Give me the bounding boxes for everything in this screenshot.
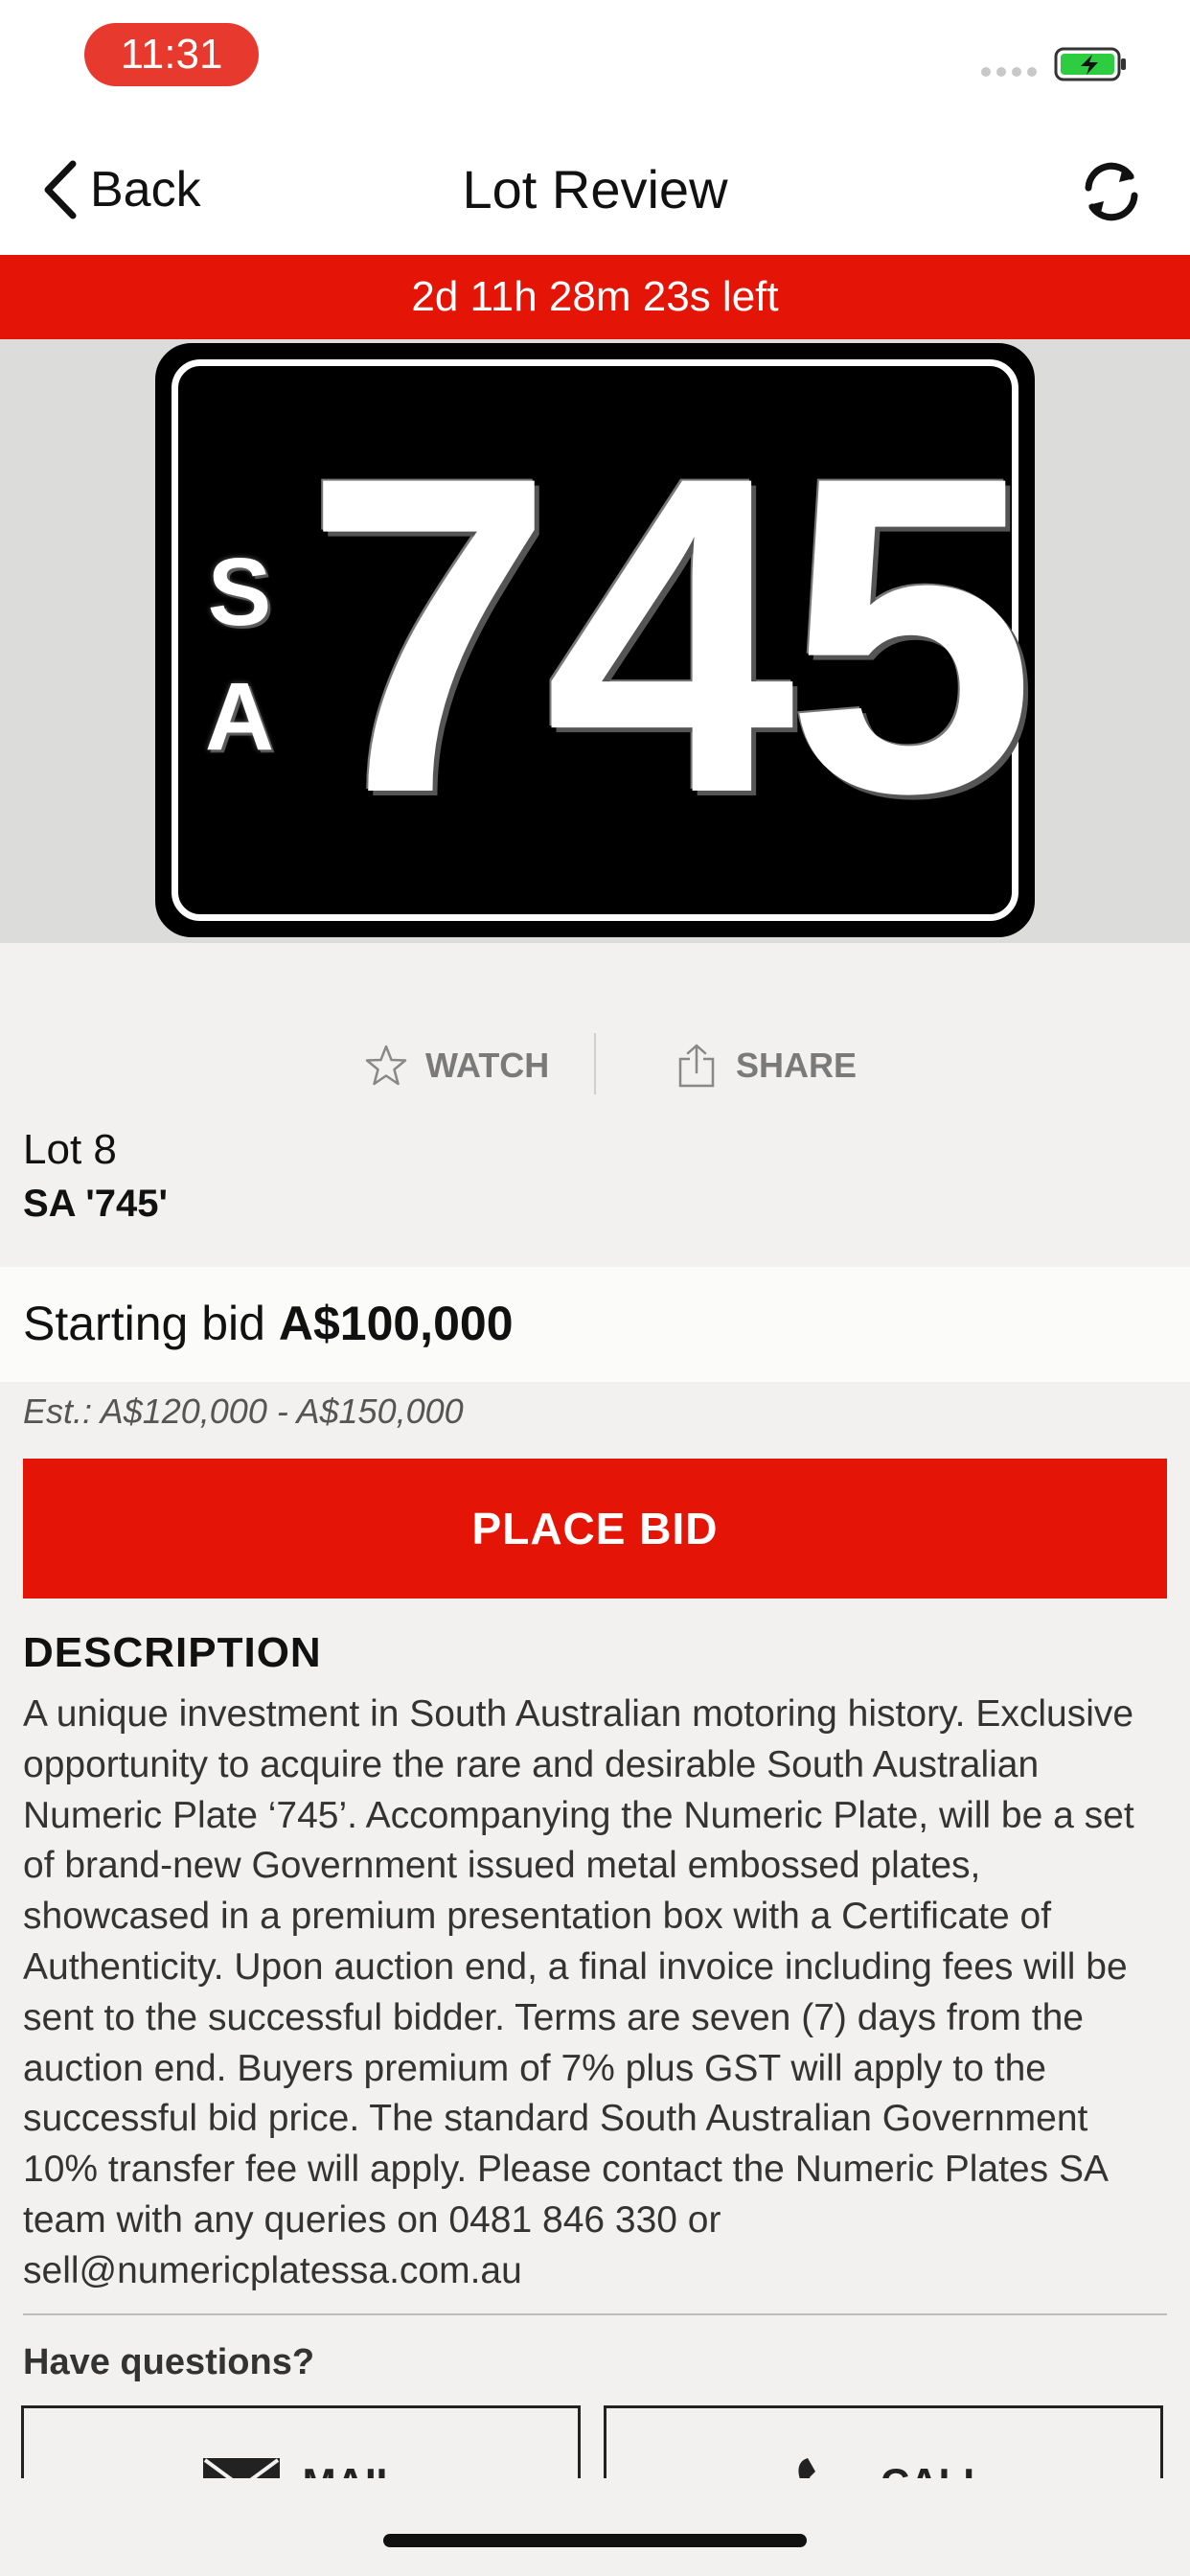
plate-number: 745 — [304, 383, 1036, 886]
starting-bid-amount: A$100,000 — [278, 1297, 514, 1350]
status-bar: 11:31 — [0, 0, 1190, 125]
page-title: Lot Review — [462, 159, 728, 219]
lot-number: Lot 8 — [23, 1126, 117, 1173]
share-label: SHARE — [736, 1046, 858, 1085]
bottom-safe-area — [0, 2478, 1190, 2576]
refresh-icon[interactable] — [1075, 155, 1148, 228]
number-plate: S A 745 — [155, 343, 1036, 937]
divider — [23, 2313, 1167, 2315]
star-icon — [365, 1045, 407, 1086]
time-left-banner: 2d 11h 28m 23s left — [0, 255, 1190, 339]
lot-actions: WATCH SHARE — [0, 1027, 1190, 1104]
navigation-bar: Back Lot Review — [0, 125, 1190, 255]
estimate-range: Est.: A$120,000 - A$150,000 — [23, 1392, 464, 1431]
starting-bid-label: Starting bid — [23, 1297, 265, 1350]
watch-label: WATCH — [425, 1046, 550, 1085]
share-button[interactable]: SHARE — [675, 1027, 857, 1104]
lot-image: S A 745 — [0, 339, 1190, 943]
plate-state-letters: S A — [204, 539, 275, 770]
place-bid-button[interactable]: PLACE BID — [23, 1459, 1167, 1598]
home-indicator[interactable] — [383, 2534, 807, 2547]
starting-bid-row: Starting bid A$100,000 — [0, 1267, 1190, 1382]
signal-icon — [981, 67, 1037, 77]
action-divider — [594, 1033, 596, 1094]
status-time: 11:31 — [84, 23, 259, 86]
lot-plate-name: SA '745' — [23, 1183, 168, 1225]
share-icon — [678, 1044, 715, 1088]
description-text: A unique investment in South Australian … — [23, 1693, 1134, 2291]
questions-heading: Have questions? — [23, 2342, 315, 2382]
description-heading: DESCRIPTION — [23, 1629, 322, 1676]
watch-button[interactable]: WATCH — [364, 1027, 549, 1104]
battery-icon — [1054, 47, 1126, 81]
